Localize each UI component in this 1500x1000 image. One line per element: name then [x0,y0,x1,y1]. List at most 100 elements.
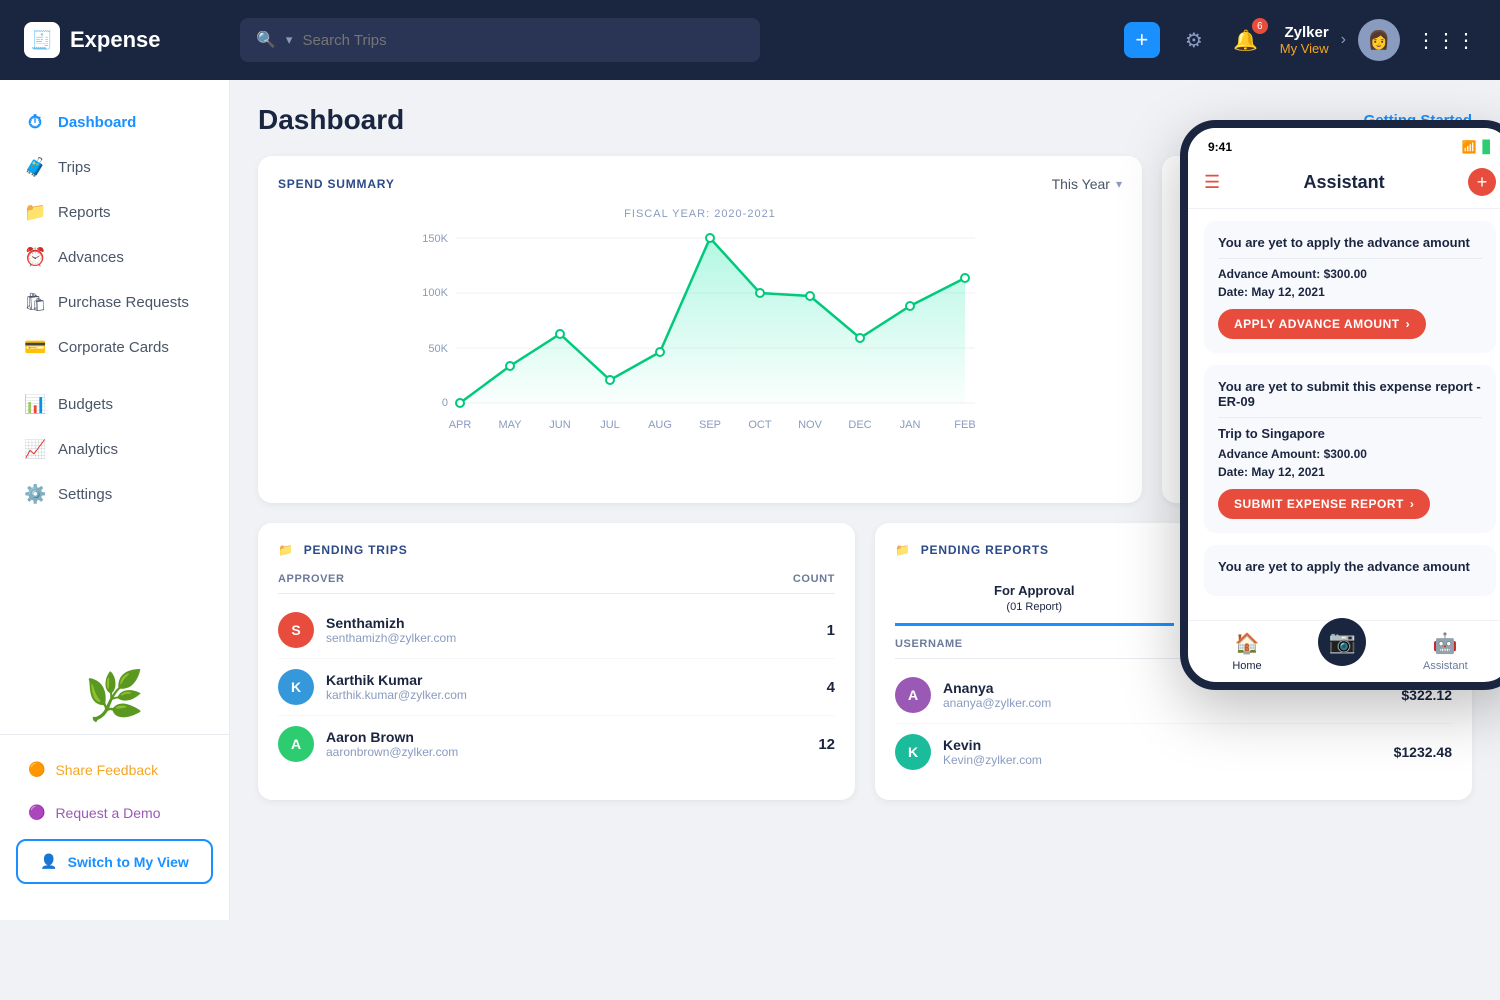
user-name: Zylker [1280,24,1329,41]
settings-icon-btn[interactable]: ⚙ [1176,22,1212,58]
svg-text:150K: 150K [422,233,448,245]
logo-area: 🧾 Expense [24,22,224,58]
chart-point [556,330,564,338]
mobile-notif-1-detail-2: Date: May 12, 2021 [1218,285,1482,299]
mobile-status-bar: 9:41 📶 ▊ [1188,128,1500,160]
svg-text:SEP: SEP [699,419,721,431]
divider [1218,258,1482,259]
mobile-add-btn[interactable]: + [1468,168,1496,196]
mobile-notification-2: You are yet to submit this expense repor… [1204,365,1496,533]
switch-icon: 👤 [40,853,57,870]
pending-reports-icon: 📁 [895,543,911,557]
notification-badge: 6 [1252,18,1268,34]
row-info: Karthik Kumar karthik.kumar@zylker.com [326,672,827,702]
sidebar-item-budgets[interactable]: 📊 Budgets [0,382,229,427]
share-feedback-btn[interactable]: 🟠 Share Feedback [16,751,213,788]
spend-year-chevron: ▾ [1116,177,1122,191]
svg-text:AUG: AUG [648,419,672,431]
chart-point [656,348,664,356]
arrow-icon: › [1410,497,1415,511]
settings-icon: ⚙️ [24,484,46,505]
logo-icon: 🧾 [24,22,60,58]
apply-advance-btn[interactable]: APPLY ADVANCE AMOUNT › [1218,309,1426,339]
svg-text:APR: APR [449,419,472,431]
chart-point [961,274,969,282]
user-avatar[interactable]: 👩 [1358,19,1400,61]
mobile-menu-icon[interactable]: ☰ [1204,172,1220,193]
avatar: K [278,669,314,705]
chart-point [506,362,514,370]
sidebar-item-purchase-requests[interactable]: 🛍 Purchase Requests [0,280,229,325]
spend-summary-card: SPEND SUMMARY This Year ▾ FISCAL YEAR: 2… [258,156,1142,503]
mobile-footer: 🏠 Home 📷 🤖 Assistant [1188,620,1500,682]
search-dropdown[interactable]: ▾ [286,32,293,48]
mobile-notif-1-title: You are yet to apply the advance amount [1218,235,1482,250]
svg-text:0: 0 [442,397,448,409]
mobile-footer-home[interactable]: 🏠 Home [1232,631,1261,672]
sidebar-item-reports[interactable]: 📁 Reports [0,190,229,235]
avatar: A [895,677,931,713]
chart-point [456,399,464,407]
row-name: Kevin [943,737,1394,753]
mobile-camera-btn[interactable]: 📷 [1318,618,1366,666]
sidebar-item-trips[interactable]: 🧳 Trips [0,145,229,190]
spend-summary-header: SPEND SUMMARY This Year ▾ [278,176,1122,192]
gear-icon: ⚙ [1185,28,1203,53]
purchase-icon: 🛍 [24,292,46,313]
avatar: A [278,726,314,762]
row-email: karthik.kumar@zylker.com [326,688,827,702]
row-name: Karthik Kumar [326,672,827,688]
tab-for-approval[interactable]: For Approval(01 Report) [895,573,1174,626]
row-amount: $1232.48 [1394,744,1452,760]
row-name: Senthamizh [326,615,827,631]
row-info: Kevin Kevin@zylker.com [943,737,1394,767]
add-button[interactable]: + [1124,22,1160,58]
pending-trips-title: 📁 PENDING TRIPS [278,543,835,557]
notifications-btn[interactable]: 🔔 6 [1228,22,1264,58]
main-content: Dashboard Getting Started SPEND SUMMARY … [230,80,1500,920]
dashboard-icon: ⏱ [24,112,46,133]
mobile-header: ☰ Assistant + [1188,160,1500,209]
request-demo-btn[interactable]: 🟣 Request a Demo [16,794,213,831]
switch-view-btn[interactable]: 👤 Switch to My View [16,839,213,884]
svg-text:JUL: JUL [600,419,620,431]
mobile-time: 9:41 [1208,140,1232,154]
sidebar-item-corporate-cards[interactable]: 💳 Corporate Cards [0,325,229,370]
mobile-footer-assistant[interactable]: 🤖 Assistant [1423,631,1468,672]
chart-point [606,376,614,384]
svg-text:50K: 50K [428,343,448,355]
budgets-icon: 📊 [24,394,46,415]
sidebar-item-analytics[interactable]: 📈 Analytics [0,427,229,472]
chart-point [756,289,764,297]
spend-year-select[interactable]: This Year ▾ [1052,176,1122,192]
sidebar-nav: ⏱ Dashboard 🧳 Trips 📁 Reports ⏰ Advances… [0,100,229,657]
row-email: senthamizh@zylker.com [326,631,827,645]
search-bar[interactable]: 🔍 ▾ [240,18,760,62]
mobile-notif-3-title: You are yet to apply the advance amount [1218,559,1482,574]
sidebar: ⏱ Dashboard 🧳 Trips 📁 Reports ⏰ Advances… [0,80,230,920]
row-info: Senthamizh senthamizh@zylker.com [326,615,827,645]
row-info: Aaron Brown aaronbrown@zylker.com [326,729,818,759]
cards-icon: 💳 [24,337,46,358]
divider [1218,417,1482,418]
sidebar-item-advances[interactable]: ⏰ Advances [0,235,229,280]
mobile-notification-1: You are yet to apply the advance amount … [1204,221,1496,353]
search-input[interactable] [302,32,744,49]
fiscal-year-label: FISCAL YEAR: 2020-2021 [278,208,1122,220]
demo-icon: 🟣 [28,804,45,821]
submit-report-btn[interactable]: SUBMIT EXPENSE REPORT › [1218,489,1430,519]
svg-text:JUN: JUN [549,419,570,431]
feedback-icon: 🟠 [28,761,45,778]
page-title: Dashboard [258,104,404,136]
chart-point [706,234,714,242]
row-count: 4 [827,679,835,696]
sidebar-item-dashboard[interactable]: ⏱ Dashboard [0,100,229,145]
plant-decoration: 🌿 [0,657,229,734]
row-count: 1 [827,622,835,639]
sidebar-item-settings[interactable]: ⚙️ Settings [0,472,229,517]
mobile-notif-2-detail-2: Date: May 12, 2021 [1218,465,1482,479]
app-grid-icon[interactable]: ⋮⋮⋮ [1416,28,1476,53]
trips-icon: 🧳 [24,157,46,178]
table-row: K Karthik Kumar karthik.kumar@zylker.com… [278,659,835,716]
plant-icon: 🌿 [85,667,145,724]
